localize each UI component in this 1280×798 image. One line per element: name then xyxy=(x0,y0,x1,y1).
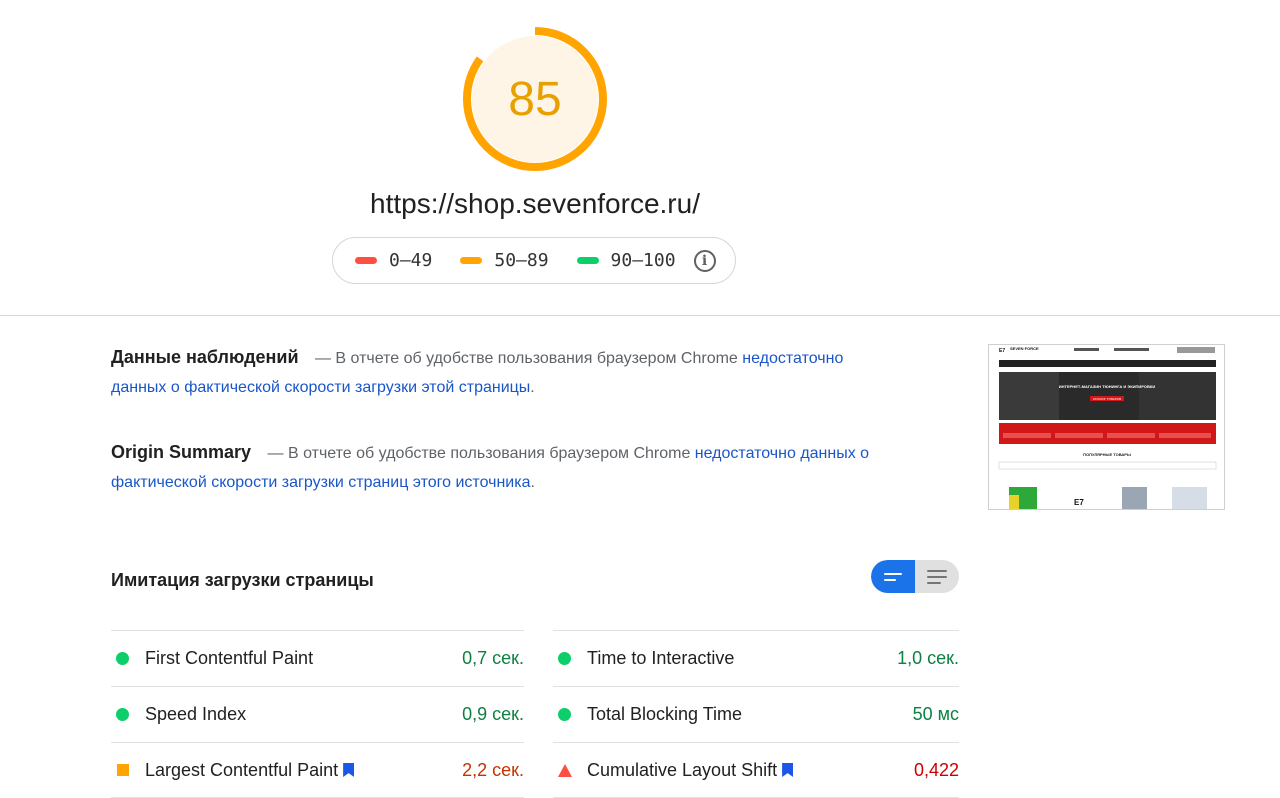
metric-value: 0,7 сек. xyxy=(462,648,524,668)
score-value: 85 xyxy=(508,72,562,126)
expanded-view-icon xyxy=(927,569,947,572)
legend-item-average: 50–89 xyxy=(460,250,549,271)
metric-name: Time to Interactive xyxy=(587,648,735,668)
origin-summary-text: — В отчете об удобстве пользования брауз… xyxy=(267,445,691,462)
metric-value: 0,422 xyxy=(913,759,959,780)
toggle-expanded-view[interactable] xyxy=(915,560,959,593)
metric-name-wrap: Largest Contentful Paint xyxy=(145,760,462,781)
fail-triangle-icon xyxy=(558,763,572,777)
metrics-column-left: First Contentful Paint 0,7 сек. Speed In… xyxy=(111,630,524,798)
summary-view-icon xyxy=(884,572,902,575)
pass-circle-icon xyxy=(558,652,571,665)
pass-circle-icon xyxy=(558,708,571,721)
legend-item-pass: 90–100 xyxy=(576,250,676,271)
metric-time-to-interactive: Time to Interactive 1,0 сек. xyxy=(553,630,959,686)
legend-label: 90–100 xyxy=(610,250,676,271)
thumb-hero: ИНТЕРНЕТ-МАГАЗИН ТЮНИНГА И ЭКИПИРОВКИ xyxy=(1059,384,1156,389)
legend-item-fail: 0–49 xyxy=(355,250,432,271)
metric-value: 1,0 сек. xyxy=(897,648,959,668)
origin-summary-title: Origin Summary xyxy=(111,442,252,462)
metric-total-blocking-time: Total Blocking Time 50 мс xyxy=(553,686,959,742)
expanded-view-icon-bar xyxy=(927,581,941,584)
expanded-view-icon-bar xyxy=(927,575,947,578)
score-legend: 0–49 50–89 90–100 i xyxy=(332,237,736,284)
field-data-section: Данные наблюдений — В отчете об удобстве… xyxy=(111,343,901,402)
metric-value: 2,2 сек. xyxy=(462,759,524,780)
metric-first-contentful-paint: First Contentful Paint 0,7 сек. xyxy=(111,630,524,686)
thumbnail-drawing: E7 SEVEN FORCE ИНТЕРНЕТ-МАГАЗИН ТЮНИНГА … xyxy=(989,345,1224,509)
metric-largest-contentful-paint: Largest Contentful Paint 2,2 сек. xyxy=(111,742,524,798)
field-data-text: — В отчете об удобстве пользования брауз… xyxy=(314,350,738,367)
legend-label: 0–49 xyxy=(389,250,433,271)
svg-text:E7: E7 xyxy=(999,348,1005,354)
pass-circle-icon xyxy=(116,652,129,665)
metric-name: Total Blocking Time xyxy=(587,704,743,724)
pass-circle-icon xyxy=(116,708,129,721)
metric-name: First Contentful Paint xyxy=(145,648,314,668)
metric-value: 0,9 сек. xyxy=(462,704,524,724)
metric-name: Speed Index xyxy=(145,704,247,724)
svg-text:E7: E7 xyxy=(1074,498,1084,507)
legend-average-swatch xyxy=(460,257,483,264)
toggle-summary-view[interactable] xyxy=(871,560,915,593)
metric-value: 50 мс xyxy=(912,704,959,724)
legend-pass-swatch xyxy=(576,257,599,264)
metric-name: Cumulative Layout Shift xyxy=(587,759,778,780)
origin-summary-section: Origin Summary — В отчете об удобстве по… xyxy=(111,438,911,497)
field-data-end: . xyxy=(530,379,535,396)
score-gauge: 85 xyxy=(462,26,608,172)
metrics-column-right: Time to Interactive 1,0 сек. Total Block… xyxy=(553,630,959,798)
metric-speed-index: Speed Index 0,9 сек. xyxy=(111,686,524,742)
info-icon[interactable]: i xyxy=(693,249,716,272)
field-data-title: Данные наблюдений xyxy=(111,347,299,367)
bookmark-icon xyxy=(782,763,794,777)
page-url: https://shop.sevenforce.ru/ xyxy=(370,188,700,219)
origin-summary-end: . xyxy=(530,474,535,491)
thumb-section: ПОПУЛЯРНЫЕ ТОВАРЫ xyxy=(1083,452,1131,457)
page-screenshot-thumbnail: E7 SEVEN FORCE ИНТЕРНЕТ-МАГАЗИН ТЮНИНГА … xyxy=(988,344,1225,510)
summary-view-icon-bar xyxy=(884,578,896,581)
metric-name: Largest Contentful Paint xyxy=(145,759,339,780)
legend-label: 50–89 xyxy=(494,250,549,271)
metric-name-wrap: Cumulative Layout Shift xyxy=(587,760,914,781)
average-square-icon xyxy=(117,764,129,776)
metrics-view-toggle[interactable] xyxy=(871,560,959,593)
thumb-brand: SEVEN FORCE xyxy=(1010,346,1039,351)
header-divider xyxy=(0,315,1280,316)
thumb-hero-button: КАТАЛОГ ТОВАРОВ xyxy=(1093,397,1121,401)
legend-fail-swatch xyxy=(355,257,377,264)
metric-cumulative-layout-shift: Cumulative Layout Shift 0,422 xyxy=(553,742,959,798)
bookmark-icon xyxy=(343,763,355,777)
lab-data-title: Имитация загрузки страницы xyxy=(111,570,374,590)
